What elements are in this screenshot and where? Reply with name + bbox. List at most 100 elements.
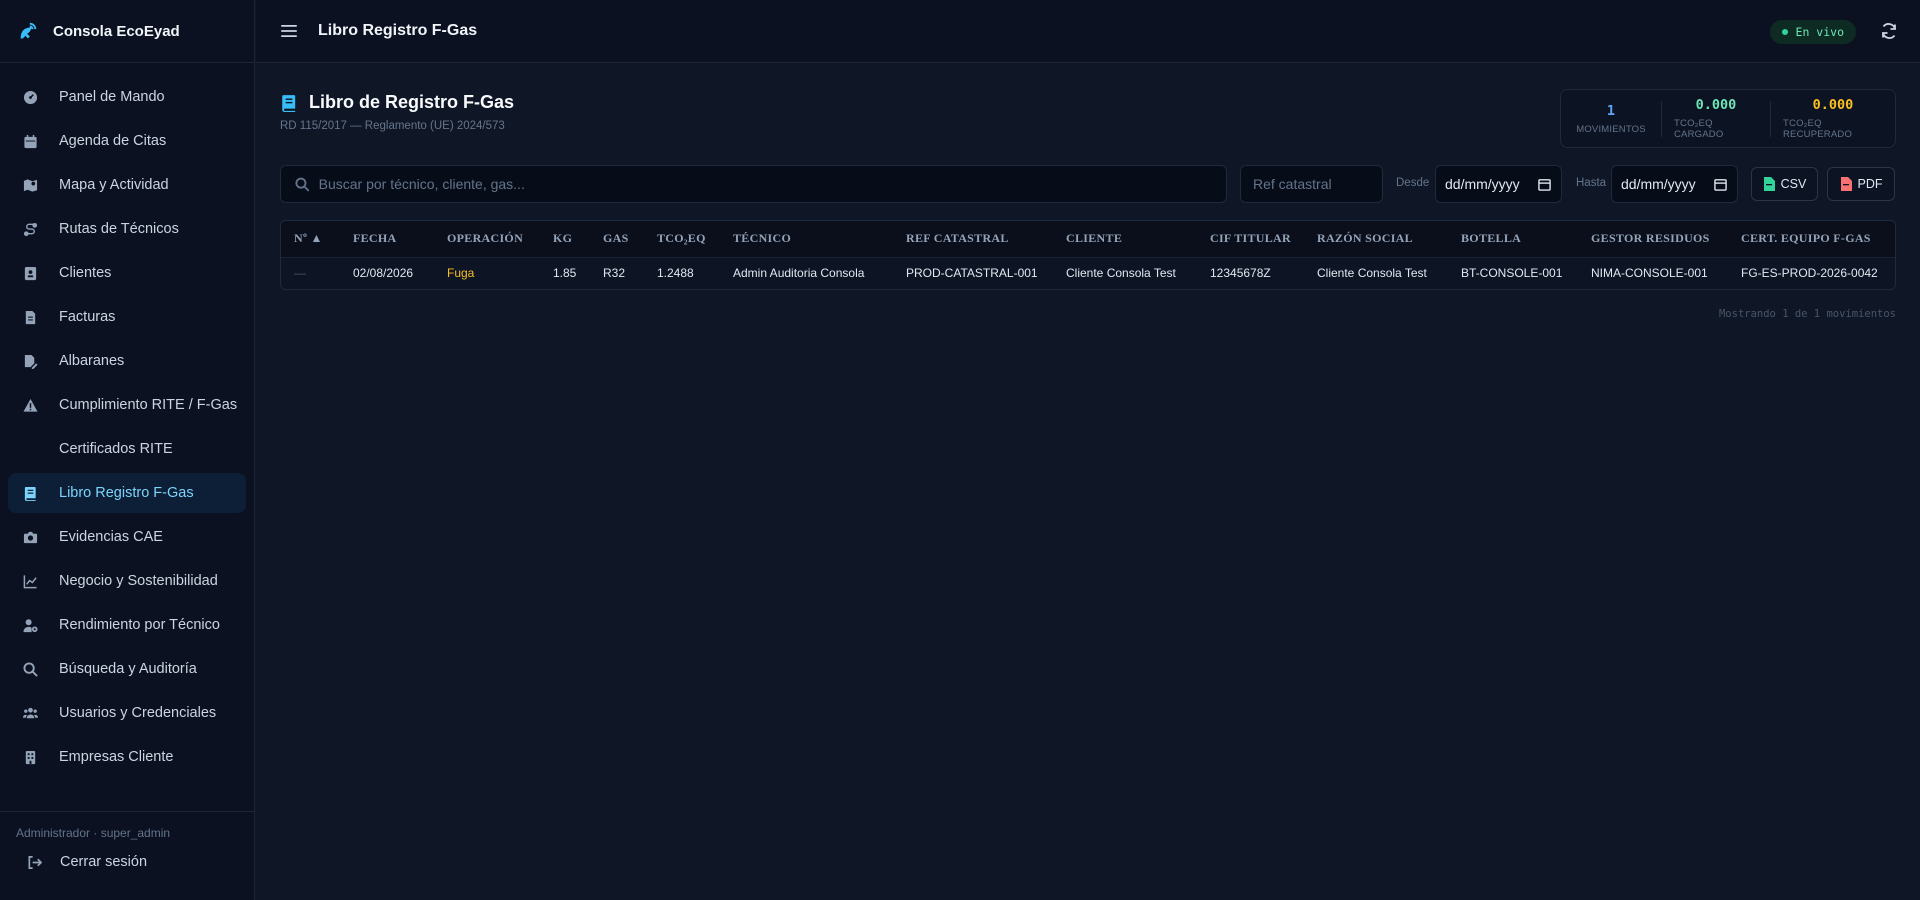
sidebar-item-label: Albaranes [59, 353, 125, 369]
ref-catastral-box [1240, 165, 1383, 203]
calendar-icon [1714, 179, 1727, 191]
sidebar-item-certificados-rite[interactable]: Certificados RITE [8, 429, 246, 469]
sidebar-item-rutas-de-tecnicos[interactable]: Rutas de Técnicos [8, 209, 246, 249]
satellite-dish-icon [17, 20, 39, 42]
cell-fecha: 02/08/2026 [340, 256, 434, 289]
stat-label: TCO₂EQ RECUPERADO [1783, 118, 1853, 140]
sidebar-item-label: Clientes [59, 265, 112, 281]
sidebar-item-agenda-de-citas[interactable]: Agenda de Citas [8, 121, 246, 161]
stat-tco2eq-cargado: 0.000 TCO₂EQ CARGADO [1661, 97, 1770, 140]
live-dot [1781, 29, 1788, 35]
search-icon [295, 177, 310, 192]
logout-icon [26, 854, 42, 870]
stats-panel: 1 MOVIMIENTOS 0.000 TCO₂EQ CARGADO 0.000… [1560, 89, 1896, 148]
page-title-text: Libro de Registro F-Gas [309, 92, 515, 112]
col-cert-equipo[interactable]: CERT. EQUIPO F-GAS [1728, 221, 1895, 257]
col-ref-catastral[interactable]: REF CATASTRAL [893, 221, 1053, 257]
col-fecha[interactable]: FECHA [340, 221, 434, 257]
sidebar-item-label: Búsqueda y Auditoría [59, 661, 197, 677]
live-status-badge: En vivo [1769, 20, 1856, 44]
pdf-label: PDF [1857, 177, 1883, 191]
hamburger-menu-icon[interactable] [280, 22, 298, 40]
hasta-label: Hasta [1576, 177, 1607, 189]
sidebar-item-cumplimiento[interactable]: Cumplimiento RITE / F-Gas [8, 385, 246, 425]
col-gas[interactable]: GAS [590, 221, 644, 257]
logout-label: Cerrar sesión [60, 854, 148, 870]
search-box [280, 165, 1227, 203]
hasta-date-input[interactable]: dd/mm/yyyy [1611, 165, 1738, 203]
stat-value: 0.000 [1695, 97, 1737, 113]
sidebar-item-rendimiento-tecnico[interactable]: Rendimiento por Técnico [8, 605, 246, 645]
pdf-file-icon [1840, 177, 1852, 191]
export-pdf-button[interactable]: PDF [1827, 167, 1895, 201]
cell-botella: BT-CONSOLE-001 [1448, 256, 1578, 289]
main-content: Libro de Registro F-Gas RD 115/2017 — Re… [280, 63, 1896, 320]
filters-bar: Desde dd/mm/yyyy Hasta dd/mm/yyyy CSV PD… [280, 165, 1896, 203]
sidebar-item-label: Rutas de Técnicos [59, 221, 179, 237]
sidebar-item-label: Agenda de Citas [59, 133, 167, 149]
cell-tco2eq: 1.2488 [644, 256, 720, 289]
col-tco2eq[interactable]: TCO₂EQ [644, 221, 720, 257]
table-footer-count: Mostrando 1 de 1 movimientos [1718, 308, 1896, 320]
sidebar-item-mapa-y-actividad[interactable]: Mapa y Actividad [8, 165, 246, 205]
search-icon [22, 661, 38, 677]
table-header-row: Nº ▲ FECHA OPERACIÓN KG GAS TCO₂EQ TÉCNI… [281, 221, 1895, 257]
contact-card-icon [22, 265, 38, 281]
calendar-icon [1538, 179, 1551, 191]
sidebar-item-label: Negocio y Sostenibilidad [59, 573, 218, 589]
sidebar-item-facturas[interactable]: Facturas [8, 297, 246, 337]
stat-label: MOVIMIENTOS [1576, 123, 1646, 135]
cell-gestor-residuos: NIMA-CONSOLE-001 [1578, 256, 1728, 289]
col-botella[interactable]: BOTELLA [1448, 221, 1578, 257]
book-icon [22, 485, 38, 501]
calendar-icon [22, 133, 38, 149]
sidebar-item-clientes[interactable]: Clientes [8, 253, 246, 293]
sidebar-item-empresas-cliente[interactable]: Empresas Cliente [8, 737, 246, 777]
col-gestor-residuos[interactable]: GESTOR RESIDUOS [1578, 221, 1728, 257]
sidebar-item-label: Facturas [59, 309, 116, 325]
sidebar-item-libro-registro-fgas[interactable]: Libro Registro F-Gas [8, 473, 246, 513]
col-tecnico[interactable]: TÉCNICO [720, 221, 893, 257]
sidebar-footer: Administrador · super_admin Cerrar sesió… [0, 811, 255, 900]
sidebar-item-negocio-sostenibilidad[interactable]: Negocio y Sostenibilidad [8, 561, 246, 601]
book-icon [280, 94, 298, 112]
stat-value: 0.000 [1812, 97, 1854, 113]
table-row[interactable]: — 02/08/2026 Fuga 1.85 R32 1.2488 Admin … [281, 256, 1895, 289]
sidebar-item-evidencias-cae[interactable]: Evidencias CAE [8, 517, 246, 557]
col-cliente[interactable]: CLIENTE [1053, 221, 1197, 257]
cell-gas: R32 [590, 256, 644, 289]
stat-movimientos: 1 MOVIMIENTOS [1561, 101, 1661, 137]
csv-label: CSV [1780, 177, 1807, 191]
col-numero[interactable]: Nº ▲ [281, 221, 340, 257]
blank-icon [22, 441, 38, 457]
page-title: Libro de Registro F-Gas [280, 92, 514, 113]
desde-date-input[interactable]: dd/mm/yyyy [1435, 165, 1562, 203]
sidebar-item-albaranes[interactable]: Albaranes [8, 341, 246, 381]
sidebar-item-label: Usuarios y Credenciales [59, 705, 217, 721]
cell-kg: 1.85 [540, 256, 590, 289]
col-operacion[interactable]: OPERACIÓN [434, 221, 540, 257]
ref-catastral-input[interactable] [1253, 176, 1382, 192]
current-user: Administrador · super_admin [16, 826, 171, 840]
brand[interactable]: Consola EcoEyad [0, 0, 254, 63]
sidebar-item-usuarios-credenciales[interactable]: Usuarios y Credenciales [8, 693, 246, 733]
dashboard-icon [22, 89, 38, 105]
stat-tco2eq-recuperado: 0.000 TCO₂EQ RECUPERADO [1770, 97, 1895, 140]
sidebar-item-label: Cumplimiento RITE / F-Gas [59, 397, 238, 413]
refresh-icon[interactable] [1880, 22, 1898, 40]
col-kg[interactable]: KG [540, 221, 590, 257]
invoice-icon [22, 309, 38, 325]
cell-cert-equipo: FG-ES-PROD-2026-0042 [1728, 256, 1895, 289]
col-razon-social[interactable]: RAZÓN SOCIAL [1304, 221, 1448, 257]
logout-button[interactable]: Cerrar sesión [16, 854, 239, 870]
cell-numero: — [281, 256, 340, 289]
export-csv-button[interactable]: CSV [1751, 167, 1818, 201]
sidebar-item-busqueda-auditoria[interactable]: Búsqueda y Auditoría [8, 649, 246, 689]
search-input[interactable] [318, 176, 1226, 192]
cell-cif-titular: 12345678Z [1197, 256, 1304, 289]
user-gear-icon [22, 617, 38, 633]
sidebar-item-label: Evidencias CAE [59, 529, 163, 545]
col-cif-titular[interactable]: CIF TITULAR [1197, 221, 1304, 257]
sidebar-item-panel-de-mando[interactable]: Panel de Mando [8, 77, 246, 117]
sidebar-item-label: Libro Registro F-Gas [59, 485, 194, 501]
